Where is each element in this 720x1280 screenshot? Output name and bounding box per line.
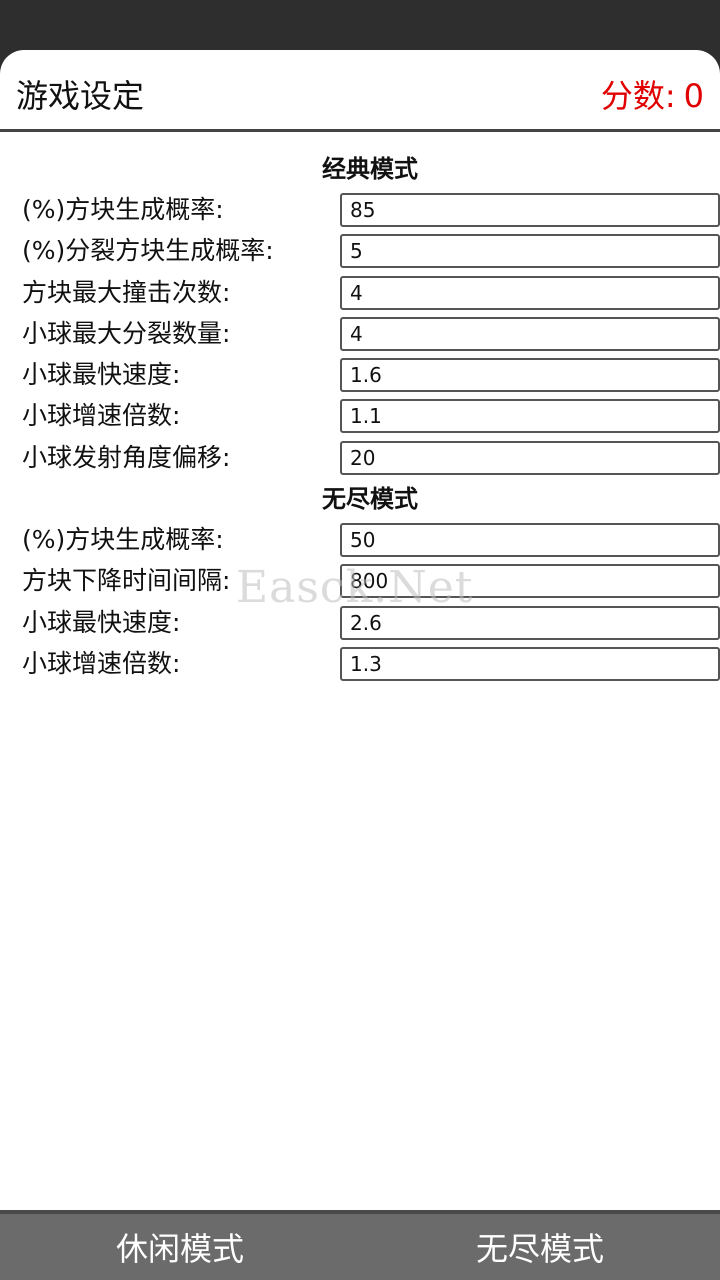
endless-block-spawn-rate-input[interactable] bbox=[340, 523, 720, 557]
score-value: 0 bbox=[683, 77, 704, 115]
classic-launch-angle-offset-input[interactable] bbox=[340, 441, 720, 475]
score-label: 分数: bbox=[600, 77, 676, 115]
classic-ball-speedup-label: 小球增速倍数: bbox=[22, 401, 181, 430]
bottom-bar: 休闲模式 无尽模式 bbox=[0, 1210, 720, 1280]
endless-ball-max-speed-label: 小球最快速度: bbox=[22, 608, 181, 637]
endless-ball-speedup-label: 小球增速倍数: bbox=[22, 649, 181, 678]
endless-ball-max-speed-input[interactable] bbox=[340, 606, 720, 640]
endless-block-drop-interval-input[interactable] bbox=[340, 564, 720, 598]
classic-ball-max-splits-input[interactable] bbox=[340, 317, 720, 351]
classic-block-spawn-rate-input[interactable] bbox=[340, 193, 720, 227]
classic-block-max-hits-input[interactable] bbox=[340, 276, 720, 310]
endless-ball-speedup-input[interactable] bbox=[340, 647, 720, 681]
endless-mode-heading: 无尽模式 bbox=[322, 485, 418, 513]
classic-split-block-spawn-rate-label: (%)分裂方块生成概率: bbox=[22, 236, 274, 265]
title-bar: 游戏设定 分数: 0 bbox=[0, 50, 720, 132]
classic-ball-max-splits-label: 小球最大分裂数量: bbox=[22, 319, 231, 348]
classic-split-block-spawn-rate-input[interactable] bbox=[340, 234, 720, 268]
settings-panel: 游戏设定 分数:0 经典模式 (%)方块生成概率: (%)分裂方块生成概率: 方… bbox=[0, 50, 720, 1210]
status-bar bbox=[0, 0, 720, 52]
endless-block-drop-interval-label: 方块下降时间间隔: bbox=[22, 566, 231, 595]
classic-launch-angle-offset-label: 小球发射角度偏移: bbox=[22, 443, 231, 472]
classic-mode-heading: 经典模式 bbox=[322, 155, 418, 183]
classic-ball-max-speed-label: 小球最快速度: bbox=[22, 360, 181, 389]
score-display: 分数: 0 bbox=[601, 76, 704, 116]
endless-mode-button[interactable]: 无尽模式 bbox=[360, 1214, 720, 1280]
casual-mode-button[interactable]: 休闲模式 bbox=[0, 1214, 360, 1280]
classic-ball-speedup-input[interactable] bbox=[340, 399, 720, 433]
classic-ball-max-speed-input[interactable] bbox=[340, 358, 720, 392]
page-title: 游戏设定 bbox=[16, 77, 145, 115]
classic-block-max-hits-label: 方块最大撞击次数: bbox=[22, 278, 231, 307]
classic-block-spawn-rate-label: (%)方块生成概率: bbox=[22, 195, 224, 224]
endless-block-spawn-rate-label: (%)方块生成概率: bbox=[22, 525, 224, 554]
